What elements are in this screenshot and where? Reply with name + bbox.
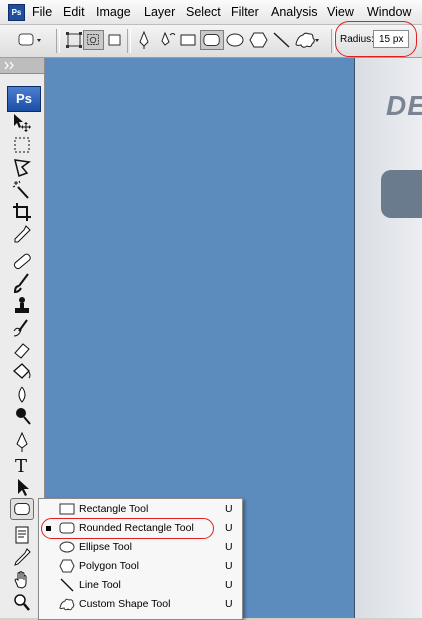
document-preview-panel bbox=[354, 58, 422, 618]
flyout-item-rectangle[interactable]: Rectangle Tool U bbox=[39, 500, 242, 519]
menu-image[interactable]: Image bbox=[96, 5, 131, 19]
double-arrow-icon[interactable] bbox=[4, 61, 16, 70]
flyout-item-shortcut: U bbox=[225, 560, 233, 572]
radius-highlight-circle bbox=[335, 21, 417, 57]
history-brush-icon[interactable] bbox=[10, 317, 34, 339]
flyout-item-shortcut: U bbox=[225, 503, 233, 515]
rounded-rectangle-icon[interactable] bbox=[10, 498, 34, 520]
custom-shape-icon bbox=[59, 598, 75, 611]
line-tool-icon[interactable] bbox=[271, 30, 292, 50]
type-icon[interactable]: T bbox=[10, 454, 34, 476]
magic-wand-icon[interactable] bbox=[10, 179, 34, 201]
ellipse-icon bbox=[59, 541, 75, 553]
eyedropper2-icon[interactable] bbox=[10, 546, 34, 568]
flyout-item-shortcut: U bbox=[225, 522, 233, 534]
flyout-item-label: Rectangle Tool bbox=[79, 503, 149, 515]
menu-select[interactable]: Select bbox=[186, 5, 221, 19]
fill-pixels-icon[interactable] bbox=[104, 30, 125, 50]
rounded-rectangle-tool-icon[interactable] bbox=[200, 30, 224, 50]
shape-layers-icon[interactable] bbox=[64, 30, 85, 50]
document-rounded-shape bbox=[381, 170, 422, 218]
menu-window[interactable]: Window bbox=[367, 5, 411, 19]
shape-tools-flyout: Rectangle Tool U Rounded Rectangle Tool … bbox=[38, 498, 243, 620]
flyout-item-custom-shape[interactable]: Custom Shape Tool U bbox=[39, 595, 242, 614]
notes-icon[interactable] bbox=[10, 524, 34, 546]
polygon-icon bbox=[59, 559, 75, 573]
separator bbox=[127, 29, 131, 53]
flyout-item-ellipse[interactable]: Ellipse Tool U bbox=[39, 538, 242, 557]
flyout-item-label: Custom Shape Tool bbox=[79, 598, 171, 610]
menu-layer[interactable]: Layer bbox=[144, 5, 175, 19]
custom-shape-tool-icon[interactable] bbox=[293, 30, 323, 50]
menu-edit[interactable]: Edit bbox=[63, 5, 85, 19]
flyout-item-label: Ellipse Tool bbox=[79, 541, 132, 553]
menu-view[interactable]: View bbox=[327, 5, 354, 19]
toolbox-collapse-bar[interactable] bbox=[0, 58, 44, 74]
clone-stamp-icon[interactable] bbox=[10, 295, 34, 317]
menu-analysis[interactable]: Analysis bbox=[271, 5, 318, 19]
separator bbox=[56, 29, 60, 53]
line-icon bbox=[60, 578, 74, 592]
rectangle-icon bbox=[59, 503, 75, 515]
move-icon[interactable] bbox=[10, 111, 34, 133]
svg-text:T: T bbox=[15, 456, 27, 476]
pen-icon[interactable] bbox=[10, 431, 34, 453]
eraser-icon[interactable] bbox=[10, 339, 34, 361]
flyout-item-shortcut: U bbox=[225, 541, 233, 553]
ellipse-tool-icon[interactable] bbox=[225, 30, 246, 50]
marquee-icon[interactable] bbox=[10, 134, 34, 156]
zoom-icon[interactable] bbox=[10, 591, 34, 613]
flyout-item-polygon[interactable]: Polygon Tool U bbox=[39, 557, 242, 576]
healing-brush-icon[interactable] bbox=[10, 250, 34, 272]
lasso-icon[interactable] bbox=[10, 157, 34, 179]
menu-file[interactable]: File bbox=[32, 5, 52, 19]
pen-tool-icon[interactable] bbox=[134, 30, 155, 50]
rounded-rectangle-highlight-circle bbox=[41, 518, 214, 539]
rectangle-tool-icon[interactable] bbox=[178, 30, 199, 50]
photoshop-logo[interactable]: Ps bbox=[7, 86, 41, 112]
flyout-item-line[interactable]: Line Tool U bbox=[39, 576, 242, 595]
brush-icon[interactable] bbox=[10, 272, 34, 294]
flyout-item-label: Line Tool bbox=[79, 579, 121, 591]
photoshop-app-icon[interactable]: Ps bbox=[8, 4, 25, 21]
document-heading-text: DE bbox=[386, 90, 422, 121]
paint-bucket-icon[interactable] bbox=[10, 361, 34, 383]
dodge-icon[interactable] bbox=[10, 405, 34, 427]
tool-preset-picker-icon[interactable] bbox=[15, 30, 45, 50]
flyout-item-shortcut: U bbox=[225, 598, 233, 610]
crop-icon[interactable] bbox=[10, 201, 34, 223]
blur-icon[interactable] bbox=[10, 384, 34, 406]
menu-filter[interactable]: Filter bbox=[231, 5, 259, 19]
polygon-tool-icon[interactable] bbox=[248, 30, 269, 50]
paths-icon[interactable] bbox=[83, 30, 104, 50]
hand-icon[interactable] bbox=[10, 569, 34, 591]
flyout-item-label: Polygon Tool bbox=[79, 560, 139, 572]
freeform-pen-icon[interactable] bbox=[157, 30, 178, 50]
flyout-item-shortcut: U bbox=[225, 579, 233, 591]
path-selection-icon[interactable] bbox=[10, 476, 34, 498]
eyedropper-icon[interactable] bbox=[10, 223, 34, 245]
